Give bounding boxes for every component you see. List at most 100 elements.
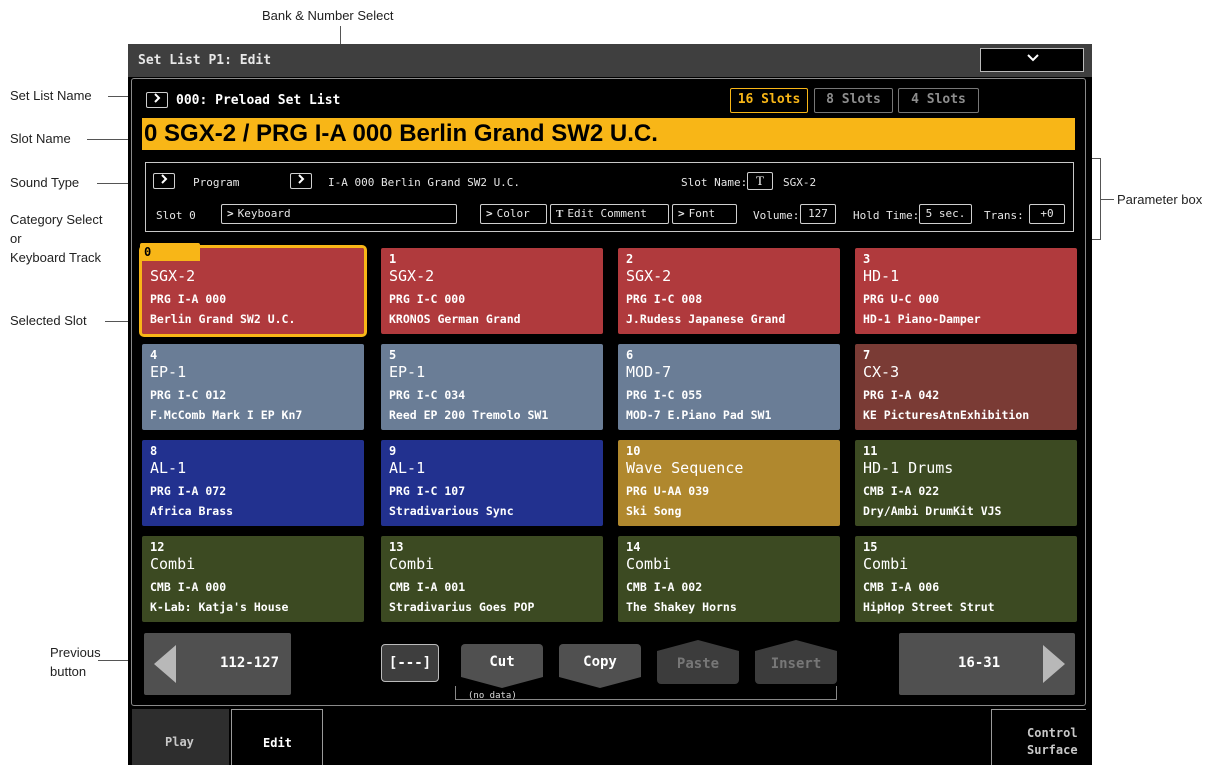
slot-program-name: Dry/Ambi DrumKit VJS	[863, 504, 1002, 518]
slot-number: 7	[863, 348, 871, 362]
slot-tile[interactable]: 9 AL-1 PRG I-C 107 Stradivarious Sync	[381, 440, 603, 526]
hold-time-field[interactable]: 5 sec.	[919, 204, 972, 224]
slot-program-name: HD-1 Piano-Damper	[863, 312, 981, 326]
slot-number: 4	[150, 348, 158, 362]
callout-set-list-name: Set List Name	[10, 88, 92, 103]
next-bank-button[interactable]: 16-31	[899, 633, 1075, 695]
slot-sound-type: AL-1	[150, 459, 187, 477]
previous-bank-label: 112-127	[220, 655, 280, 671]
slot-program-name: Berlin Grand SW2 U.C.	[150, 312, 296, 326]
slot-name-display[interactable]: 0 SGX-2 / PRG I-A 000 Berlin Grand SW2 U…	[142, 118, 1075, 150]
slot-number: 1	[389, 252, 397, 266]
slot-sound-type: Combi	[863, 555, 909, 573]
slot-tile[interactable]: 8 AL-1 PRG I-A 072 Africa Brass	[142, 440, 364, 526]
slot-program-name: F.McComb Mark I EP Kn7	[150, 408, 303, 422]
tab-control-surface[interactable]: Control Surface	[991, 709, 1086, 765]
slot-number: 8	[150, 444, 158, 458]
slot-tile[interactable]: 10 Wave Sequence PRG U-AA 039 Ski Song	[618, 440, 840, 526]
slot-tile[interactable]: 14 Combi CMB I-A 002 The Shakey Horns	[618, 536, 840, 622]
slot-number: 14	[626, 540, 641, 554]
slot-tile[interactable]: 5 EP-1 PRG I-C 034 Reed EP 200 Tremolo SW1	[381, 344, 603, 430]
callout-sound-type: Sound Type	[10, 175, 80, 190]
slot-program-name: KRONOS German Grand	[389, 312, 521, 326]
slot-program-name: Africa Brass	[150, 504, 234, 518]
chevron-right-icon: >	[227, 207, 234, 220]
next-bank-label: 16-31	[958, 655, 1001, 671]
slot-sound-type: MOD-7	[626, 363, 672, 381]
font-button[interactable]: > Font	[672, 204, 737, 224]
slot-number: 9	[389, 444, 397, 458]
callout-bank-number-select: Bank & Number Select	[262, 8, 394, 23]
slot-range-button[interactable]: [---]	[381, 644, 439, 682]
slot-tile[interactable]: 4 EP-1 PRG I-C 012 F.McComb Mark I EP Kn7	[142, 344, 364, 430]
slot-number-label: Slot 0	[156, 209, 196, 222]
slot-tile[interactable]: 1 SGX-2 PRG I-C 000 KRONOS German Grand	[381, 248, 603, 334]
slot-tile[interactable]: 3 HD-1 PRG U-C 000 HD-1 Piano-Damper	[855, 248, 1077, 334]
trans-field[interactable]: +0	[1029, 204, 1065, 224]
title-bar: Set List P1: Edit	[128, 44, 1092, 77]
slot-sound-type: HD-1	[863, 267, 900, 285]
slot-program-number: PRG U-C 000	[863, 292, 940, 306]
slot-tile[interactable]: 11 HD-1 Drums CMB I-A 022 Dry/Ambi DrumKit …	[855, 440, 1077, 526]
slot-number: 3	[863, 252, 871, 266]
slot-program-name: Ski Song	[626, 504, 682, 518]
set-list-select-button[interactable]	[146, 92, 168, 108]
slot-program-number: CMB I-A 002	[626, 580, 703, 594]
slot-program-number: PRG I-C 012	[150, 388, 227, 402]
chevron-down-icon	[1025, 51, 1041, 69]
slots-4-button[interactable]: 4 Slots	[898, 88, 979, 113]
set-list-name: 000: Preload Set List	[176, 93, 341, 108]
edit-comment-button[interactable]: T Edit Comment	[550, 204, 669, 224]
slot-sound-type: Combi	[389, 555, 435, 573]
slot-tile[interactable]: 12 Combi CMB I-A 000 K-Lab: Katja's House	[142, 536, 364, 622]
tab-edit[interactable]: Edit	[231, 709, 323, 765]
callout-previous-line2: button	[50, 664, 87, 679]
slot-tile[interactable]: 7 CX-3 PRG I-A 042 KE PicturesAtnExhibition	[855, 344, 1077, 430]
slot-name-value: SGX-2	[783, 176, 817, 189]
slot-program-name: The Shakey Horns	[626, 600, 737, 614]
slot-name-edit-button[interactable]: T	[747, 172, 773, 190]
previous-bank-button[interactable]: 112-127	[144, 633, 291, 695]
slot-program-number: CMB I-A 001	[389, 580, 466, 594]
chevron-right-icon	[161, 174, 168, 184]
slot-tile[interactable]: 6 MOD-7 PRG I-C 055 MOD-7 E.Piano Pad SW1	[618, 344, 840, 430]
color-button[interactable]: > Color	[480, 204, 547, 224]
slot-program-number: PRG I-A 042	[863, 388, 940, 402]
slot-tile[interactable]: 2 SGX-2 PRG I-C 008 J.Rudess Japanese Grand	[618, 248, 840, 334]
slot-program-name: Stradivarious Sync	[389, 504, 514, 518]
selected-slot-tab: 0	[140, 243, 200, 261]
slot-program-number: PRG I-C 008	[626, 292, 703, 306]
slot-tile[interactable]: 13 Combi CMB I-A 001 Stradivarius Goes POP	[381, 536, 603, 622]
chevron-right-icon: >	[486, 207, 493, 220]
slot-number: 6	[626, 348, 634, 362]
slot-sound-type: SGX-2	[150, 267, 196, 285]
tab-play[interactable]: Play	[132, 709, 229, 765]
slot-program-number: PRG I-A 000	[150, 292, 227, 306]
bank-number-select-button[interactable]	[290, 173, 312, 189]
slot-program-number: PRG I-C 055	[626, 388, 703, 402]
slots-16-button[interactable]: 16 Slots	[730, 88, 808, 113]
slot-program-number: PRG I-A 072	[150, 484, 227, 498]
clipboard-status: (no data)	[468, 691, 517, 701]
chevron-right-icon: >	[678, 207, 685, 220]
category-select-button[interactable]: > Keyboard	[221, 204, 457, 224]
arrow-right-icon	[1043, 645, 1065, 683]
volume-label: Volume:	[753, 209, 800, 222]
text-edit-icon: T	[556, 208, 564, 220]
slot-sound-type: AL-1	[389, 459, 426, 477]
slot-program-name: K-Lab: Katja's House	[150, 600, 289, 614]
page-menu-button[interactable]	[980, 48, 1084, 72]
volume-field[interactable]: 127	[800, 204, 836, 224]
slot-number: 12	[150, 540, 165, 554]
slot-number: 2	[626, 252, 634, 266]
slot-number: 13	[389, 540, 404, 554]
sound-type-button[interactable]	[153, 173, 175, 189]
slot-sound-type: Wave Sequence	[626, 459, 744, 477]
slot-sound-type: Combi	[626, 555, 672, 573]
slots-8-button[interactable]: 8 Slots	[814, 88, 893, 113]
slot-tile[interactable]: 15 Combi CMB I-A 006 HipHop Street Strut	[855, 536, 1077, 622]
page-title: Set List P1: Edit	[138, 53, 272, 68]
callout-keyboard-track: Keyboard Track	[10, 250, 102, 265]
slot-sound-type: EP-1	[150, 363, 187, 381]
parameter-box: Program I-A 000 Berlin Grand SW2 U.C. Sl…	[145, 162, 1074, 232]
